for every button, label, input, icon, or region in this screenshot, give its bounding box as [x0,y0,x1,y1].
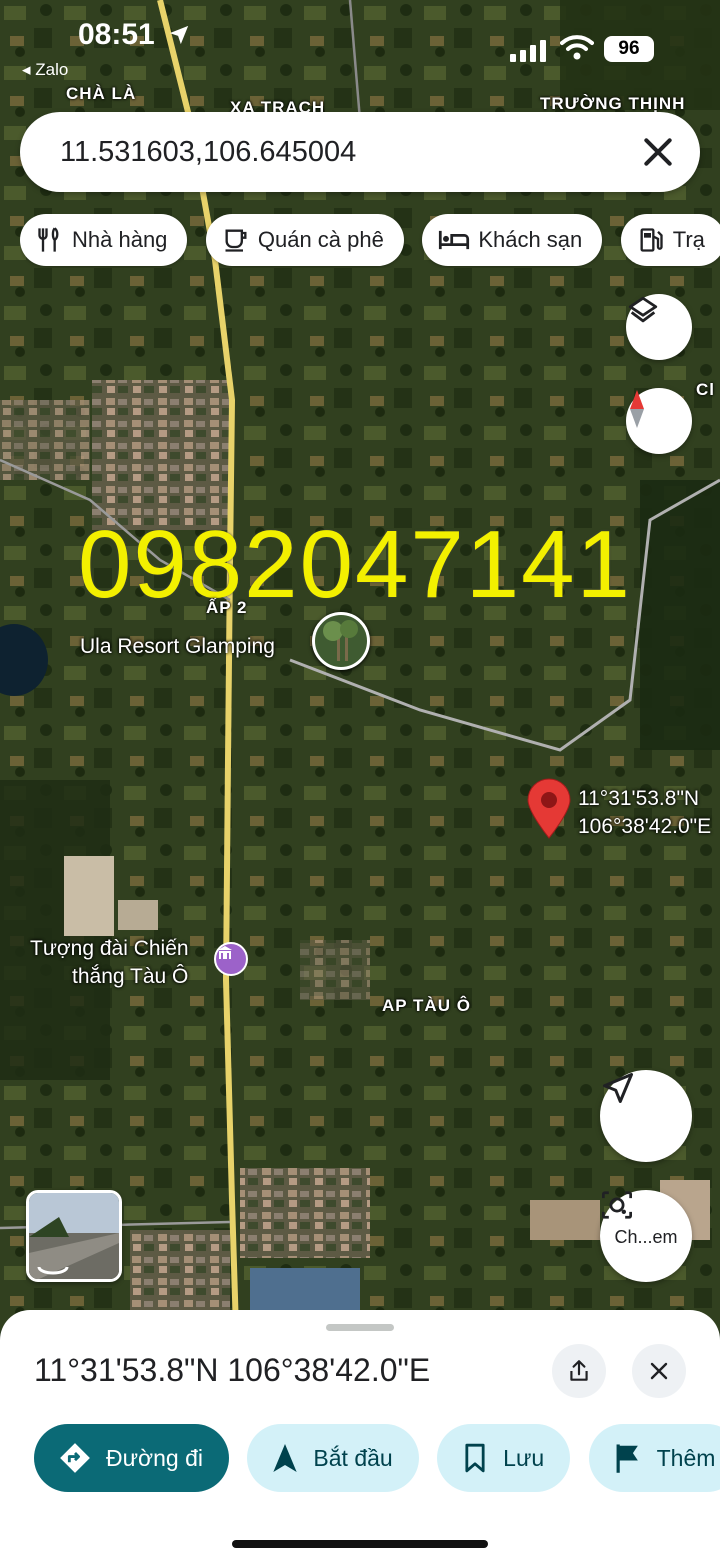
street-view-image [29,1193,119,1279]
save-label: Lưu [503,1444,545,1471]
battery-indicator: 96 [604,36,654,62]
more-button[interactable]: Thêm [588,1424,720,1492]
directions-label: Đường đi [106,1444,203,1471]
status-bar: 08:51 ◂ Zalo 96 [0,0,720,80]
share-button[interactable] [552,1344,606,1398]
search-input[interactable]: 11.531603,106.645004 [60,112,356,192]
gas-station-icon [640,228,663,252]
restaurant-icon [38,227,59,252]
back-app-name: Zalo [35,60,69,79]
search-bar[interactable]: 11.531603,106.645004 [20,112,700,192]
home-indicator [232,1540,488,1548]
my-location-button[interactable] [600,1070,692,1162]
navigation-arrow-outline-icon [603,1073,633,1103]
status-time: 08:51 [78,18,155,51]
chip-restaurant-label: Nhà hàng [72,227,168,252]
action-buttons: Đường đi Bắt đầu Lưu Thêm [34,1424,720,1492]
phone-number-overlay: 0982047141 [78,511,632,618]
layers-icon [628,296,658,323]
start-button[interactable]: Bắt đầu [247,1424,419,1492]
cellular-signal-icon [510,40,546,62]
wifi-icon [560,35,594,60]
location-arrow-icon [169,25,189,45]
coffee-icon [225,229,247,252]
ula-resort-photo-pin[interactable] [312,612,370,670]
chip-hotel-label: Khách sạn [478,227,583,252]
place-monument-line2[interactable]: thắng Tàu Ô [72,964,188,990]
map-label-truong-thinh: TRƯỜNG THỊNH [540,94,686,113]
monument-pin[interactable] [214,942,248,976]
navigation-arrow-icon [273,1444,298,1472]
chip-coffee[interactable]: Quán cà phê [205,214,404,266]
close-sheet-button[interactable] [632,1344,686,1398]
red-pin-icon [527,778,571,839]
close-icon[interactable] [638,132,678,172]
lens-label: Ch...em [614,1226,678,1247]
flag-icon [616,1444,638,1473]
map-label-ap-tau-o: AP TÀU Ô [382,996,471,1015]
place-title: 11°31'53.8"N 106°38'42.0"E [34,1352,431,1388]
camera-lens-icon [602,1191,632,1219]
tree-photo-icon [323,620,358,661]
more-label: Thêm [656,1444,716,1471]
category-chips: Nhà hàng Quán cà phê Khách sạn Trạ [20,214,720,268]
chip-hotel[interactable]: Khách sạn [422,214,603,266]
chip-restaurant[interactable]: Nhà hàng [20,214,188,266]
chip-gas-station[interactable]: Trạ [620,214,720,266]
map-label-edge: Cl [696,380,715,399]
pin-longitude: 106°38'42.0"E [578,815,712,838]
start-label: Bắt đầu [313,1444,393,1471]
satellite-map[interactable]: CHÀ LÀ XA TRẠCH TRƯỜNG THỊNH Cl 09820471… [0,0,720,1330]
museum-icon [218,946,232,959]
layers-button[interactable] [626,294,692,360]
save-button[interactable]: Lưu [437,1424,571,1492]
chip-coffee-label: Quán cà phê [257,227,384,252]
street-view-thumbnail[interactable] [26,1190,122,1282]
chip-gas-station-label: Trạ [672,227,705,252]
place-ula-resort[interactable]: Ula Resort Glamping [80,634,275,660]
lens-button[interactable]: Ch...em [600,1190,692,1282]
back-to-app-link[interactable]: ◂ Zalo [22,60,68,80]
map-label-cha-la: CHÀ LÀ [66,84,137,103]
directions-icon [60,1443,90,1473]
directions-button[interactable]: Đường đi [34,1424,229,1492]
hotel-icon [439,230,470,250]
compass-button[interactable] [626,388,692,454]
place-bottom-sheet[interactable]: 11°31'53.8"N 106°38'42.0"E Đường đi Bắt … [0,1310,720,1562]
place-monument-line1[interactable]: Tượng đài Chiến [30,936,189,962]
drag-handle[interactable] [326,1324,394,1331]
pin-latitude: 11°31'53.8"N [578,787,700,810]
compass-icon [630,390,644,428]
share-icon [570,1360,588,1381]
bookmark-icon [465,1443,485,1473]
map-label-ap2: ẤP 2 [206,598,248,617]
close-icon [650,1362,668,1380]
